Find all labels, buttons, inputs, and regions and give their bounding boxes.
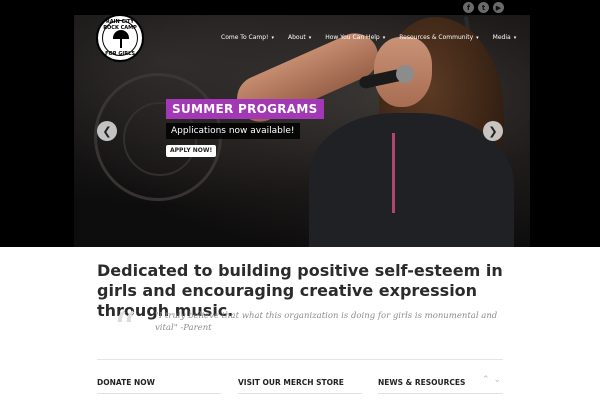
caret-down-icon: ▾ bbox=[271, 34, 274, 41]
caret-down-icon: ▾ bbox=[513, 34, 517, 41]
nav-item-come-to-camp[interactable]: Come To Camp! ▾ bbox=[221, 34, 274, 41]
nav-item-label: Media bbox=[492, 34, 511, 41]
section-divider bbox=[378, 393, 503, 394]
umbrella-stick bbox=[120, 38, 122, 48]
main-nav: Come To Camp! ▾ About ▾ How You Can Help… bbox=[221, 34, 516, 41]
slider-prev-button[interactable]: ❮ bbox=[97, 121, 117, 141]
caret-down-icon: ▾ bbox=[308, 34, 312, 41]
chevron-up-icon[interactable]: ⌃ bbox=[482, 375, 490, 385]
slider-next-button[interactable]: ❯ bbox=[483, 121, 503, 141]
youtube-icon[interactable]: ▶ bbox=[493, 2, 504, 13]
caret-down-icon: ▾ bbox=[382, 34, 386, 41]
caret-down-icon: ▾ bbox=[476, 34, 479, 41]
nav-item-label: Resources & Community bbox=[399, 34, 474, 41]
merch-store-heading[interactable]: VISIT OUR MERCH STORE bbox=[238, 378, 344, 394]
news-nav-arrows: ⌃ ⌄ bbox=[482, 375, 501, 385]
twitter-icon[interactable]: t bbox=[478, 2, 489, 13]
news-resources-heading[interactable]: NEWS & RESOURCES bbox=[378, 378, 465, 394]
donate-now-heading[interactable]: DONATE NOW bbox=[97, 378, 155, 394]
chevron-left-icon: ❮ bbox=[102, 124, 112, 138]
social-links: f t ▶ bbox=[463, 2, 504, 13]
section-divider bbox=[238, 393, 362, 394]
quote-mark-icon: “ bbox=[113, 302, 137, 356]
hero-slider bbox=[74, 15, 530, 247]
chevron-right-icon: ❯ bbox=[488, 124, 498, 138]
facebook-icon[interactable]: f bbox=[463, 2, 474, 13]
logo-text-bottom: FOR GIRLS bbox=[105, 51, 135, 57]
chevron-down-icon[interactable]: ⌄ bbox=[494, 375, 502, 385]
nav-item-label: Come To Camp! bbox=[221, 34, 269, 41]
nav-item-resources-community[interactable]: Resources & Community ▾ bbox=[399, 34, 478, 41]
nav-item-label: About bbox=[287, 34, 306, 41]
slide-subtitle: Applications now available! bbox=[166, 123, 300, 139]
content-divider bbox=[97, 359, 503, 360]
slide-title: SUMMER PROGRAMS bbox=[166, 99, 324, 119]
testimonial-quote: "I truly believe that what this organiza… bbox=[155, 311, 498, 333]
microphone-head bbox=[396, 65, 414, 83]
nav-item-label: How You Can Help bbox=[325, 34, 380, 41]
site-logo[interactable]: RAIN CITY ROCK CAMP FOR GIRLS bbox=[96, 14, 144, 62]
nav-item-media[interactable]: Media ▾ bbox=[493, 34, 517, 41]
nav-item-about[interactable]: About ▾ bbox=[288, 34, 311, 41]
nav-item-how-you-can-help[interactable]: How You Can Help ▾ bbox=[325, 34, 385, 41]
apply-now-button[interactable]: APPLY NOW! bbox=[166, 145, 217, 157]
section-divider bbox=[97, 393, 221, 394]
lanyard bbox=[392, 133, 395, 213]
